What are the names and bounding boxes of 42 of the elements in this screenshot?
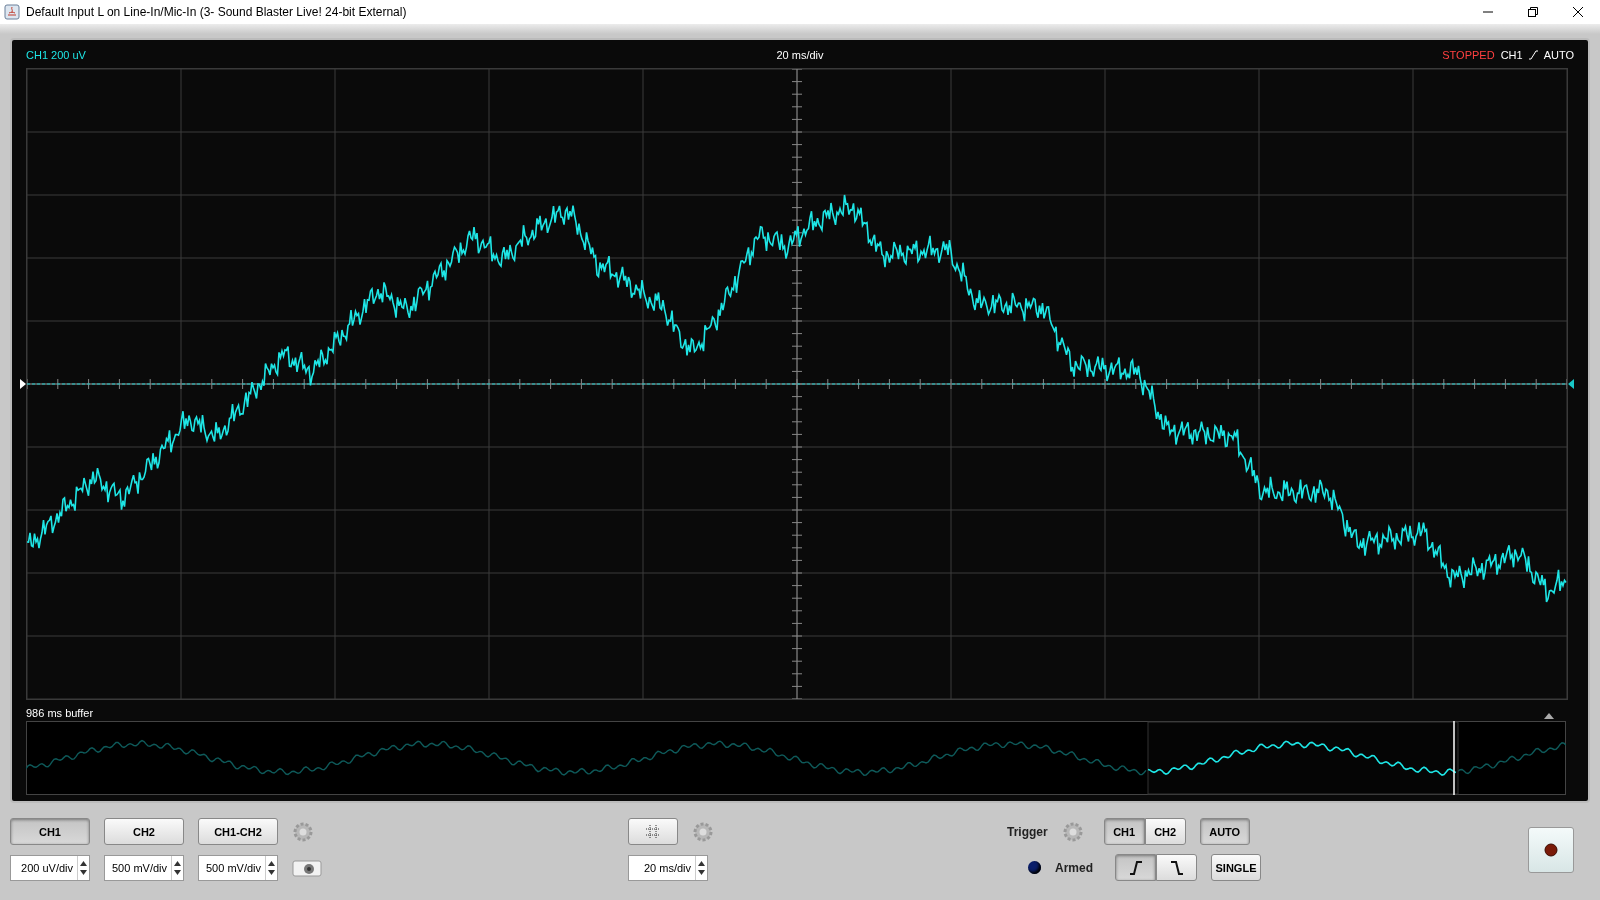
volts-per-div-field[interactable]: 200 uV/div — [10, 854, 90, 881]
camera-icon[interactable] — [292, 858, 322, 877]
grid-icon — [645, 823, 661, 840]
buffer-label: 986 ms buffer — [26, 707, 94, 719]
channel-scale-label: CH1 200 uV — [26, 49, 86, 61]
armed-label: Armed — [1055, 860, 1093, 875]
close-icon[interactable] — [1572, 6, 1584, 18]
trigger-channel-button[interactable]: CH2 — [1144, 818, 1186, 845]
trigger-mode-label: AUTO — [1543, 49, 1574, 61]
spin-up-icon[interactable] — [698, 860, 705, 866]
grid-toggle-button[interactable] — [628, 818, 678, 845]
falling-edge-icon — [1169, 859, 1184, 876]
spin-up-icon[interactable] — [268, 860, 275, 866]
rising-edge-icon — [1128, 859, 1143, 876]
channel-button[interactable]: CH1 — [10, 818, 90, 845]
record-icon — [1544, 842, 1558, 857]
trigger-label: Trigger — [1007, 824, 1048, 839]
falling-edge-button[interactable] — [1156, 854, 1197, 881]
run-status-label: STOPPED — [1442, 49, 1495, 61]
rising-edge-button[interactable] — [1115, 854, 1156, 881]
trigger-channel-label: CH1 — [1500, 49, 1523, 61]
channel-button[interactable]: CH2 — [104, 818, 184, 845]
app-icon — [4, 4, 20, 20]
timebase-label: 20 ms/div — [776, 49, 824, 61]
trigger-channel-button[interactable]: CH1 — [1103, 818, 1145, 845]
rising-edge-icon — [1528, 50, 1538, 60]
spin-down-icon[interactable] — [268, 869, 275, 875]
spin-down-icon[interactable] — [174, 869, 181, 875]
auto-button[interactable]: AUTO — [1199, 818, 1250, 845]
channel-button[interactable]: CH1-CH2 — [198, 818, 278, 845]
time-per-div-field[interactable]: 20 ms/div — [628, 854, 708, 881]
spin-down-icon[interactable] — [80, 869, 87, 875]
single-button[interactable]: SINGLE — [1211, 854, 1261, 881]
collapse-icon[interactable] — [1544, 713, 1554, 719]
record-button[interactable] — [1528, 826, 1574, 873]
window-title: Default Input L on Line-In/Mic-In (3- Sound Blaster Live! 24-bit External) — [26, 5, 407, 19]
spin-up-icon[interactable] — [174, 860, 181, 866]
spin-down-icon[interactable] — [698, 869, 705, 875]
volts-per-div-field[interactable]: 500 mV/div — [104, 854, 184, 881]
spin-up-icon[interactable] — [80, 860, 87, 866]
restore-icon[interactable] — [1527, 6, 1539, 18]
volts-per-div-field[interactable]: 500 mV/div — [198, 854, 278, 881]
